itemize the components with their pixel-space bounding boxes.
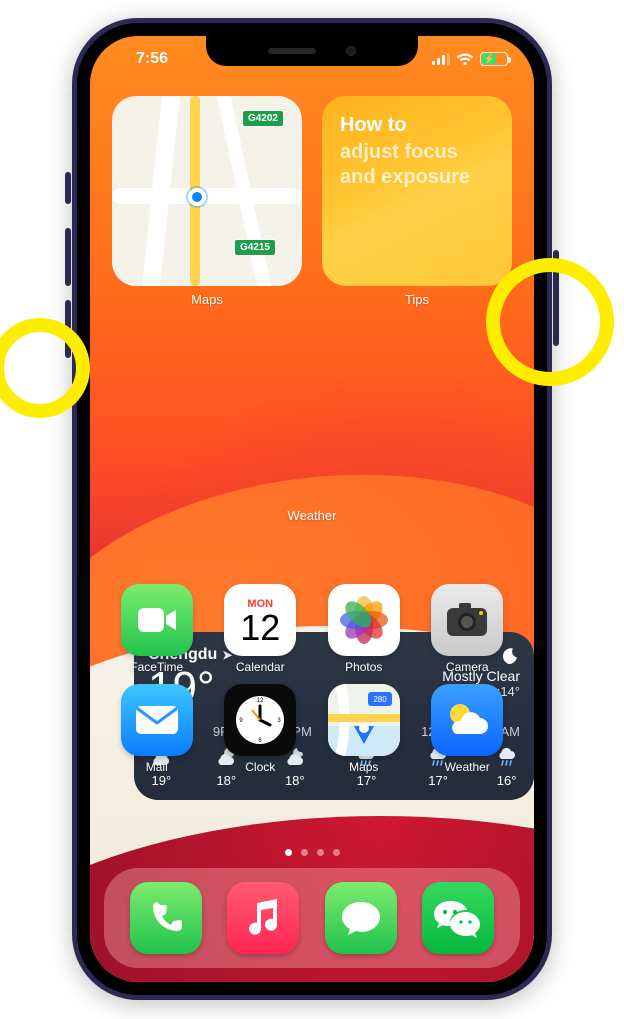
photos-icon: [328, 584, 400, 656]
wechat-icon: [433, 897, 483, 939]
page-dot: [333, 849, 340, 856]
app-facetime[interactable]: FaceTime: [112, 584, 202, 674]
dock-app-messages[interactable]: [325, 882, 397, 954]
phone-volume-up-button: [65, 228, 71, 286]
svg-text:280: 280: [373, 695, 387, 704]
svg-text:12: 12: [257, 698, 264, 704]
facetime-icon: [121, 584, 193, 656]
location-dot-icon: [188, 188, 206, 206]
app-label: Mail: [146, 760, 168, 774]
phone-frame: 7:56 ⚡: [72, 18, 552, 1000]
phone-mute-switch: [65, 172, 71, 204]
page-dot: [317, 849, 324, 856]
app-label: Camera: [446, 660, 489, 674]
app-photos[interactable]: Photos: [319, 584, 409, 674]
home-screen[interactable]: 7:56 ⚡: [90, 36, 534, 982]
page-dot: [285, 849, 292, 856]
maps-icon: 280: [328, 684, 400, 756]
dock-app-phone[interactable]: [130, 882, 202, 954]
music-icon: [245, 898, 281, 938]
calendar-day: 12: [240, 607, 280, 649]
page-indicator[interactable]: [90, 849, 534, 856]
app-camera[interactable]: Camera: [423, 584, 513, 674]
highway-shield-icon: G4215: [234, 239, 276, 256]
dock: [104, 868, 520, 968]
dock-app-music[interactable]: [227, 882, 299, 954]
weather-hour-temp: 18°: [285, 773, 305, 788]
highway-shield-icon: G4202: [242, 110, 284, 127]
signal-icon: [432, 53, 450, 65]
clock-icon: 12369: [224, 684, 296, 756]
app-maps[interactable]: 280 Maps: [319, 684, 409, 774]
app-calendar[interactable]: MON12 Calendar: [216, 584, 306, 674]
camera-icon: [431, 584, 503, 656]
annotation-circle-power: [486, 258, 614, 386]
weather-hour-temp: 16°: [497, 773, 517, 788]
phone-notch: [206, 36, 418, 66]
phone-icon: [146, 898, 186, 938]
wifi-icon: [456, 53, 474, 66]
mail-icon: [121, 684, 193, 756]
app-label: Clock: [245, 760, 275, 774]
dock-app-wechat[interactable]: [422, 882, 494, 954]
tips-heading: How to: [340, 114, 494, 137]
weather-hour-temp: 18°: [216, 773, 236, 788]
widget-label-maps: Maps: [191, 292, 223, 307]
app-label: Photos: [345, 660, 382, 674]
app-clock[interactable]: 12369 Clock: [216, 684, 306, 774]
widget-label-tips: Tips: [405, 292, 429, 307]
weather-hour-temp: 17°: [428, 773, 448, 788]
calendar-icon: MON12: [224, 584, 296, 656]
app-label: Weather: [445, 760, 490, 774]
app-label: FaceTime: [130, 660, 183, 674]
battery-icon: ⚡: [480, 52, 508, 66]
app-mail[interactable]: Mail: [112, 684, 202, 774]
tips-body: adjust focus and exposure: [340, 140, 494, 190]
weather-hour-temp: 17°: [357, 773, 377, 788]
app-label: Maps: [349, 760, 378, 774]
messages-icon: [339, 898, 383, 938]
widget-label-weather: Weather: [112, 508, 512, 523]
status-time: 7:56: [116, 50, 188, 68]
page-dot: [301, 849, 308, 856]
tips-widget[interactable]: How to adjust focus and exposure: [322, 96, 512, 286]
app-label: Calendar: [236, 660, 285, 674]
app-weather[interactable]: Weather: [423, 684, 513, 774]
weather-icon: [431, 684, 503, 756]
weather-hour-temp: 19°: [152, 773, 172, 788]
maps-widget[interactable]: G4202 G4215: [112, 96, 302, 286]
